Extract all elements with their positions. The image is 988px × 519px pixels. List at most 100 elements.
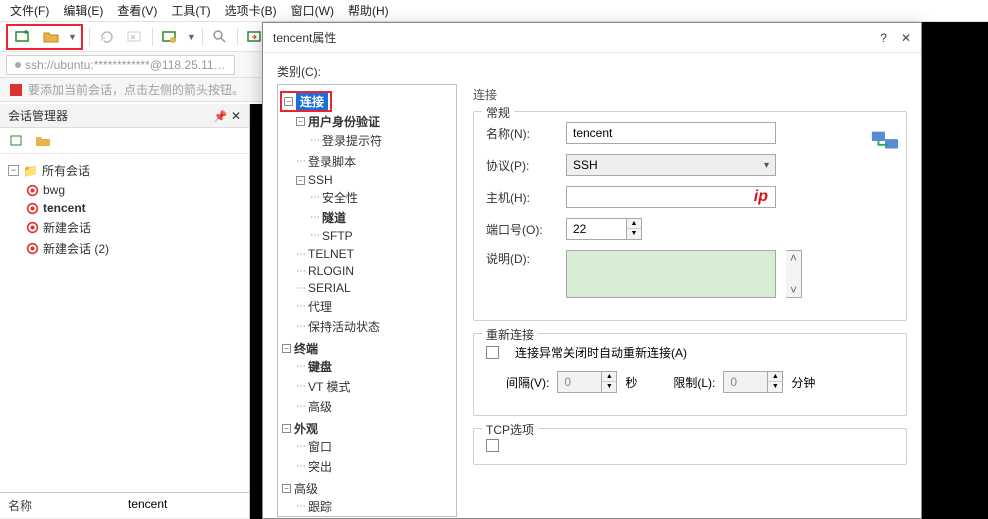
session-item[interactable]: 新建会话 [26,217,245,238]
new-icon[interactable] [6,130,28,152]
category-auth[interactable]: 用户身份验证 [308,113,380,130]
protocol-select[interactable]: SSH ▾ [566,154,776,176]
category-advanced[interactable]: 高级 [308,398,332,415]
help-icon[interactable]: ? [880,31,887,45]
collapse-icon[interactable]: − [296,176,305,185]
collapse-icon[interactable]: − [296,117,305,126]
tree-root-label: 所有会话 [42,162,90,179]
disconnect-icon[interactable] [124,26,146,48]
pane-controls: 📌 ✕ [214,109,241,123]
host-label: 主机(H): [486,189,556,206]
folder-icon[interactable] [32,130,54,152]
form-area: 连接 常规 名称(N): 协议(P): SSH ▾ [457,84,907,517]
properties-dialog: tencent属性 ? ✕ 类别(C): −连接 −用户身份验证 ⋯登录提示符 [262,22,922,519]
group-tcp-legend: TCP选项 [482,421,538,438]
menu-window[interactable]: 窗口(W) [285,0,340,21]
name-input[interactable] [566,122,776,144]
scroll-up-icon[interactable]: ˄ [790,251,797,265]
session-tree[interactable]: − 📁 所有会话 bwg tencent 新建会话 新建会话 (2) [0,154,249,492]
group-general-legend: 常规 [482,104,514,121]
scroll-down-icon[interactable]: ˅ [790,283,797,297]
desc-scrollbar[interactable]: ˄˅ [786,250,802,298]
tree-leaf-icon: ⋯ [296,301,305,312]
menu-file[interactable]: 文件(F) [4,0,55,21]
collapse-icon[interactable]: − [282,344,291,353]
session-toolbar [0,128,249,154]
category-ssh[interactable]: SSH [308,173,333,187]
category-login-prompt[interactable]: 登录提示符 [322,132,382,149]
menu-tools[interactable]: 工具(T) [165,0,216,21]
toolbar-highlight-group: ▼ [6,24,83,50]
port-spinner[interactable]: ▲▼ [566,218,642,240]
dropdown-arrow-icon[interactable]: ▼ [68,32,77,42]
session-tab[interactable]: ssh://ubuntu:************@118.25.11… [6,55,235,75]
form-header: 连接 [473,86,907,103]
new-session-icon[interactable] [12,26,34,48]
limit-spinner[interactable]: ▲▼ [723,371,783,393]
category-connection[interactable]: 连接 [296,93,328,110]
menu-edit[interactable]: 编辑(E) [57,0,109,21]
group-reconnect-legend: 重新连接 [482,326,538,343]
category-vt[interactable]: VT 模式 [308,378,350,395]
open-session-icon[interactable] [40,26,62,48]
dropdown-arrow-icon[interactable]: ▼ [187,32,196,42]
session-icon [26,242,39,255]
category-telnet[interactable]: TELNET [308,247,354,261]
category-trace[interactable]: 跟踪 [308,498,332,515]
properties-icon[interactable] [159,26,181,48]
category-tree[interactable]: −连接 −用户身份验证 ⋯登录提示符 ⋯登录脚本 −SSH ⋯安全性 [277,84,457,517]
menu-help[interactable]: 帮助(H) [342,0,395,21]
tree-leaf-icon: ⋯ [310,135,319,146]
tree-root[interactable]: − 📁 所有会话 [8,160,245,181]
spin-down-icon[interactable]: ▼ [627,229,641,239]
category-appearance[interactable]: 外观 [294,420,318,437]
reconnect-checkbox[interactable] [486,346,499,359]
reconnect-icon[interactable] [96,26,118,48]
category-terminal[interactable]: 终端 [294,340,318,357]
terminal-area[interactable] [250,104,262,519]
status-dot-icon [15,62,21,68]
terminal-right-area[interactable] [922,22,988,519]
desc-textarea[interactable] [566,250,776,298]
menu-tabs[interactable]: 选项卡(B) [219,0,283,21]
tree-leaf-icon: ⋯ [296,401,305,412]
protocol-value: SSH [573,158,598,172]
port-input[interactable] [566,218,626,240]
category-window[interactable]: 窗口 [308,438,332,455]
category-adv[interactable]: 高级 [294,480,318,497]
tree-leaf-icon: ⋯ [296,266,305,277]
tree-leaf-icon: ⋯ [296,156,305,167]
category-keyboard[interactable]: 键盘 [308,358,332,375]
folder-icon: 📁 [23,164,38,178]
close-icon[interactable]: ✕ [901,31,911,45]
search-icon[interactable] [209,26,231,48]
category-serial[interactable]: SERIAL [308,281,351,295]
toolbar-sep [152,28,153,46]
category-keepalive[interactable]: 保持活动状态 [308,318,380,335]
collapse-icon[interactable]: − [284,97,293,106]
session-item[interactable]: 新建会话 (2) [26,238,245,259]
session-item[interactable]: bwg [26,181,245,199]
close-pane-icon[interactable]: ✕ [231,109,241,123]
collapse-icon[interactable]: − [282,484,291,493]
category-tunnel[interactable]: 隧道 [322,209,346,226]
category-highlight-item[interactable]: 突出 [308,458,332,475]
category-login-script[interactable]: 登录脚本 [308,153,356,170]
group-tcp: TCP选项 [473,428,907,465]
category-rlogin[interactable]: RLOGIN [308,264,354,278]
pin-icon[interactable]: 📌 [214,111,228,123]
toolbar-sep [89,28,90,46]
collapse-icon[interactable]: − [282,424,291,433]
name-label: 名称(N): [486,125,556,142]
category-security[interactable]: 安全性 [322,189,358,206]
category-proxy[interactable]: 代理 [308,298,332,315]
session-item[interactable]: tencent [26,199,245,217]
menu-view[interactable]: 查看(V) [111,0,163,21]
interval-spinner[interactable]: ▲▼ [557,371,617,393]
tcp-checkbox[interactable] [486,439,499,452]
collapse-icon[interactable]: − [8,165,19,176]
toolbar-sep [202,28,203,46]
host-input[interactable] [566,186,776,208]
spin-up-icon[interactable]: ▲ [627,219,641,229]
category-sftp[interactable]: SFTP [322,229,353,243]
